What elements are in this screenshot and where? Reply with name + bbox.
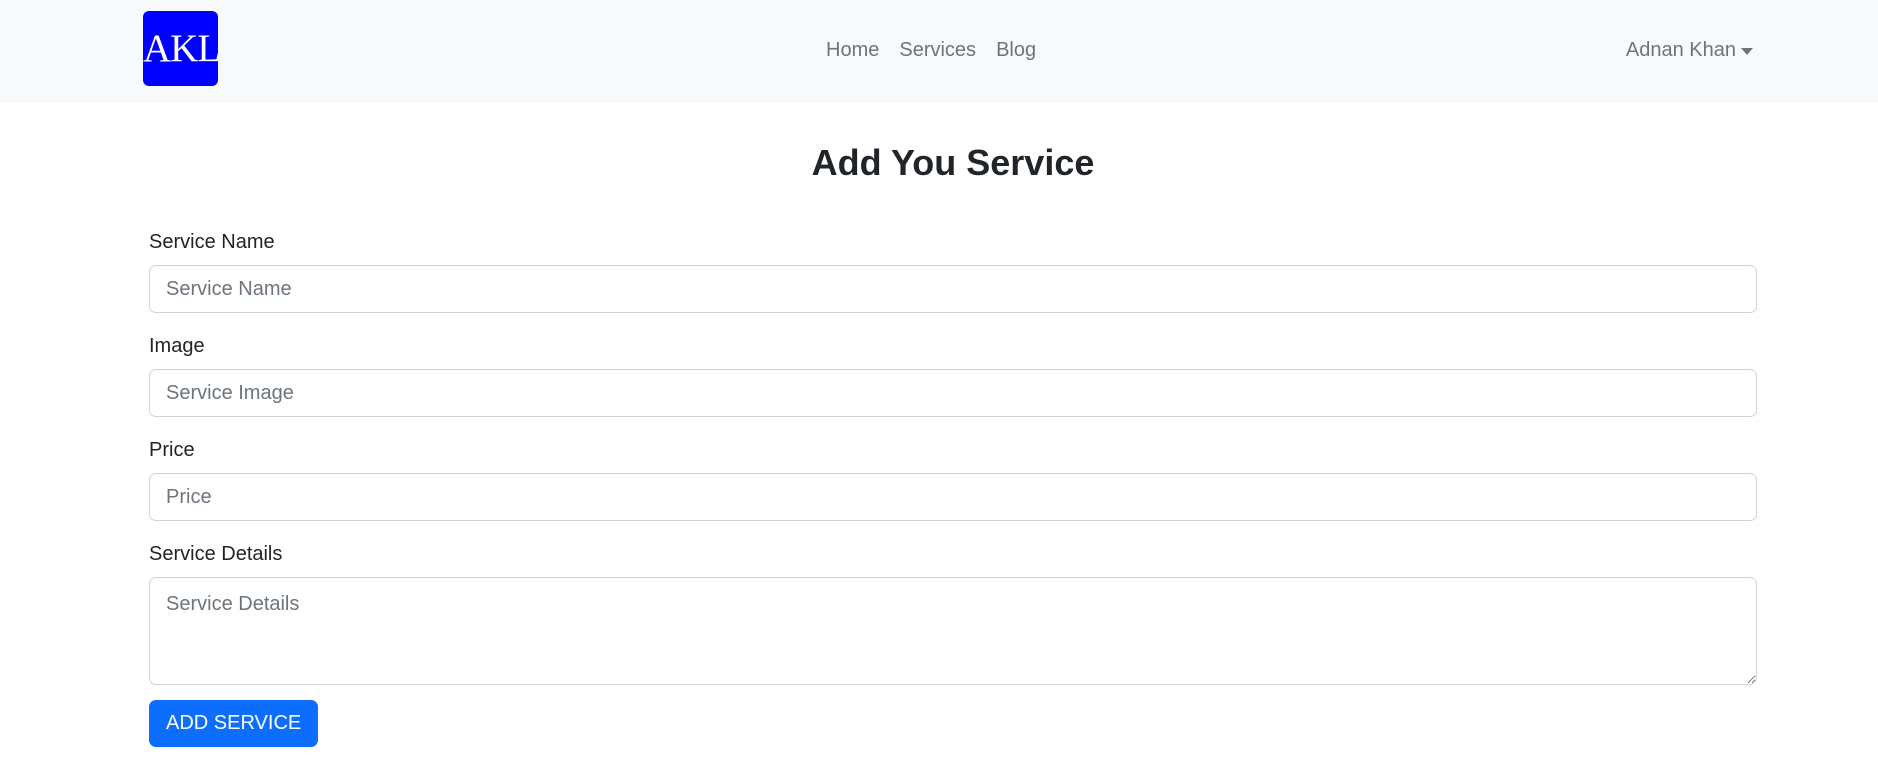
service-name-input[interactable] bbox=[149, 265, 1757, 313]
image-label: Image bbox=[149, 335, 205, 357]
nav-link-services[interactable]: Services bbox=[899, 36, 976, 64]
user-menu-dropdown[interactable]: Adnan Khan bbox=[1626, 36, 1753, 64]
service-name-group: Service Name bbox=[149, 228, 1757, 313]
price-input[interactable] bbox=[149, 473, 1757, 521]
service-details-label: Service Details bbox=[149, 543, 283, 565]
price-group: Price bbox=[149, 436, 1757, 521]
navbar: AKL Home Services Blog Adnan Khan bbox=[0, 0, 1878, 103]
image-group: Image bbox=[149, 332, 1757, 417]
service-name-label: Service Name bbox=[149, 231, 275, 253]
main-nav: Home Services Blog bbox=[826, 36, 1036, 64]
caret-down-icon bbox=[1741, 47, 1753, 55]
service-image-input[interactable] bbox=[149, 369, 1757, 417]
brand-logo[interactable]: AKL bbox=[143, 11, 221, 86]
price-label: Price bbox=[149, 439, 195, 461]
service-details-group: Service Details bbox=[149, 540, 1757, 685]
user-name: Adnan Khan bbox=[1625, 39, 1736, 61]
add-service-form: Service Name Image Price Service Details… bbox=[149, 228, 1757, 747]
page-title: Add You Service bbox=[811, 142, 1095, 183]
nav-link-blog[interactable]: Blog bbox=[996, 36, 1036, 64]
service-details-textarea[interactable] bbox=[149, 577, 1757, 685]
nav-link-home[interactable]: Home bbox=[826, 36, 879, 64]
add-service-button[interactable]: ADD SERVICE bbox=[149, 700, 319, 747]
